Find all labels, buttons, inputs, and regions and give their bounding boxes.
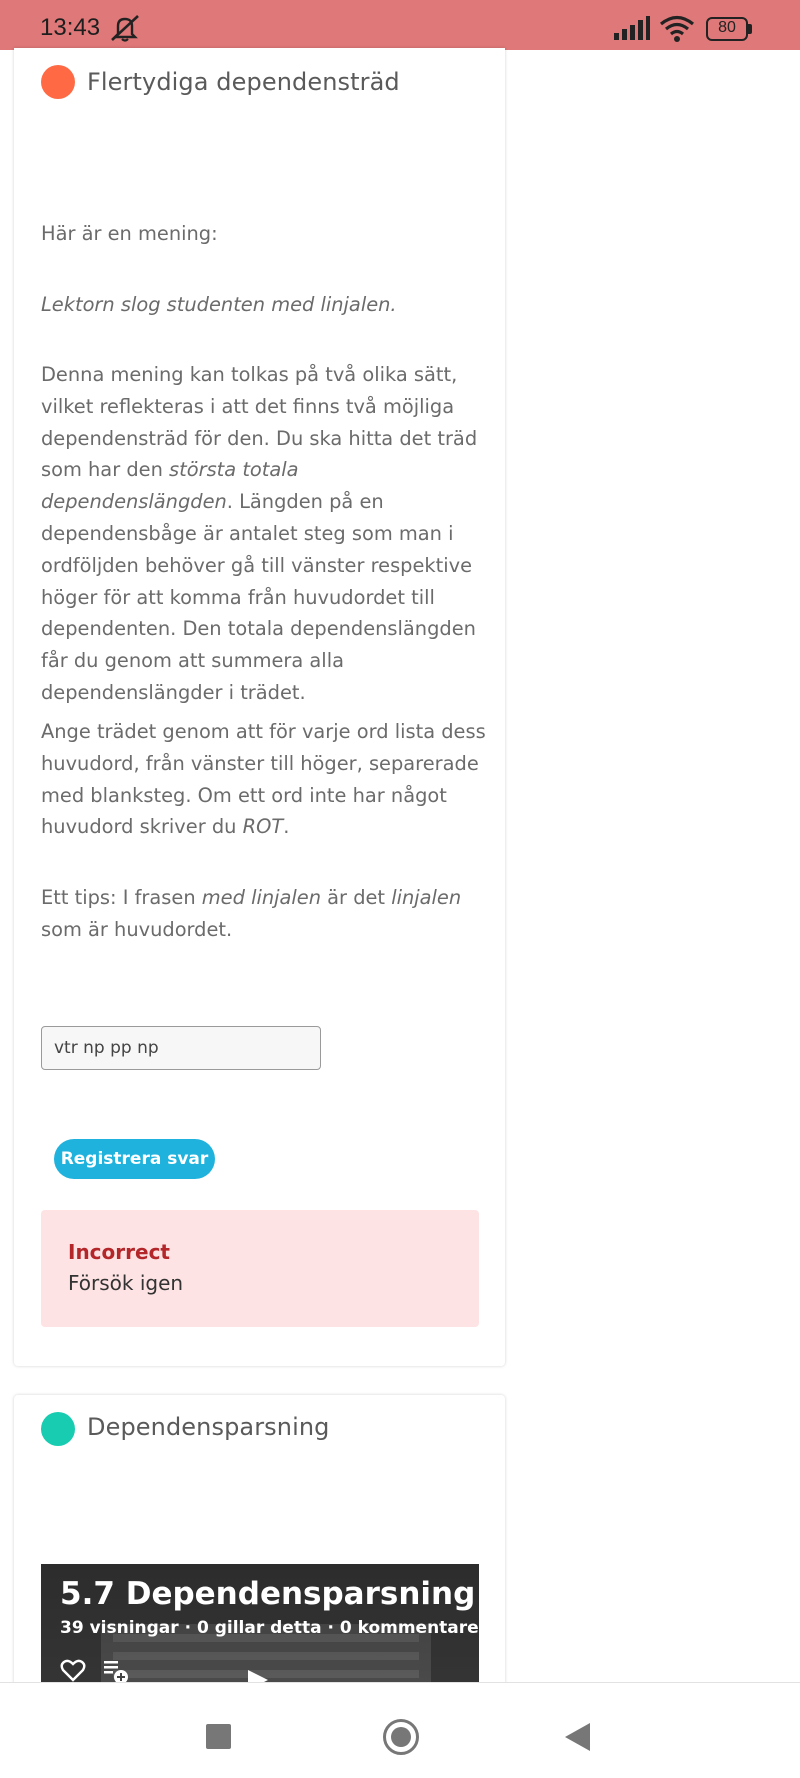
status-dot <box>41 65 75 99</box>
video-title[interactable]: 5.7 Dependensparsning <box>60 1576 475 1612</box>
example-sentence: Lektorn slog studenten med linjalen. <box>41 293 397 316</box>
answer-input[interactable] <box>41 1026 321 1070</box>
status-dot <box>41 1412 75 1446</box>
battery-level: 80 <box>718 19 736 36</box>
home-button[interactable] <box>383 1719 419 1755</box>
wifi-icon <box>659 15 695 42</box>
heart-icon[interactable] <box>60 1659 86 1683</box>
exercise-card: Flertydiga dependensträd Här är en menin… <box>14 48 505 1366</box>
system-nav-bar <box>0 1682 800 1778</box>
instructions-paragraph: Denna mening kan tolkas på två olika sät… <box>41 363 478 704</box>
section-title: Dependensparsning <box>87 1413 330 1441</box>
submit-answer-button[interactable]: Registrera svar <box>54 1139 215 1179</box>
exercise-title: Flertydiga dependensträd <box>87 68 400 96</box>
answer-format-paragraph: Ange trädet genom att för varje ord list… <box>41 720 486 839</box>
status-bar: 13:43 80 <box>0 0 800 50</box>
tip-paragraph: Ett tips: I frasen med linjalen är det l… <box>41 886 462 941</box>
feedback-box: Incorrect Försök igen <box>41 1210 479 1327</box>
video-stats: 39 visningar · 0 gillar detta · 0 kommen… <box>60 1618 479 1638</box>
recents-button[interactable] <box>206 1724 231 1749</box>
intro-text: Här är en mening: <box>41 222 218 245</box>
feedback-text: Försök igen <box>68 1271 184 1295</box>
battery-icon: 80 <box>706 17 752 41</box>
signal-icon <box>614 16 650 40</box>
back-button[interactable] <box>565 1723 590 1751</box>
mute-icon <box>111 15 139 42</box>
feedback-title: Incorrect <box>68 1240 170 1264</box>
status-time: 13:43 <box>40 14 101 41</box>
